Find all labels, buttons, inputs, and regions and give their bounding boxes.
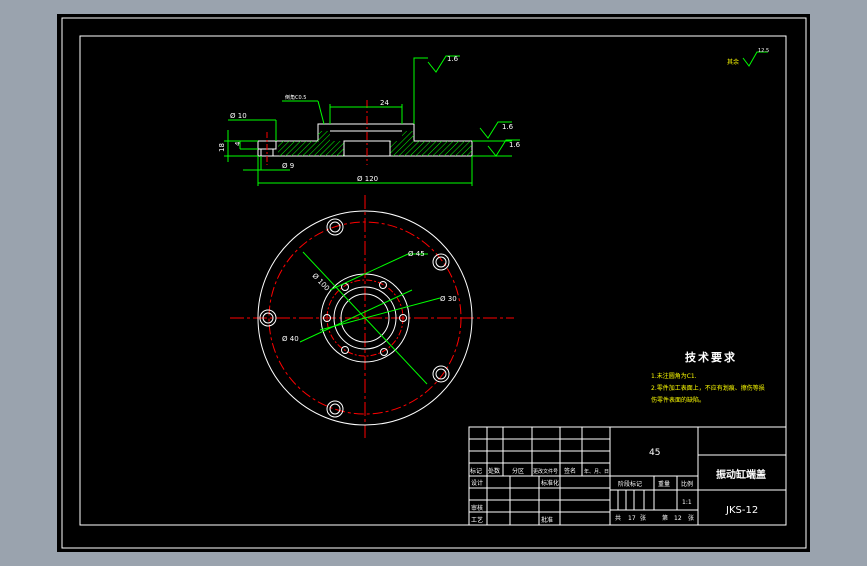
tb-chushu: 处数: [488, 467, 500, 475]
tb-drawing-no: JKS-12: [725, 505, 758, 516]
tb-zhongliang: 重量: [658, 480, 670, 488]
dim-depth: 4: [234, 141, 242, 146]
section-hatch-boss-left: [318, 131, 330, 141]
tb-bili: 比例: [681, 480, 693, 488]
tb-gongyi: 工艺: [471, 516, 483, 524]
dim-height: 18: [218, 143, 226, 152]
section-hatch-right: [390, 141, 472, 156]
section-hatch-left: [278, 141, 344, 156]
tb-page-label: 第: [662, 514, 668, 522]
dim-phi30: Ø 30: [440, 295, 457, 303]
tb-fenqu: 分区: [512, 467, 524, 475]
dim-phi45: Ø 45: [408, 250, 425, 258]
dim-phi120: Ø 120: [357, 175, 378, 183]
dim-phi40: Ø 40: [282, 335, 299, 343]
section-hatch-boss-right: [402, 131, 414, 141]
dim-width-top: 24: [380, 99, 389, 107]
dim-phi9: Ø 9: [282, 162, 294, 170]
tb-total-label: 共: [615, 514, 621, 522]
tb-biaoji: 标记: [470, 467, 482, 475]
tb-qianming: 签名: [564, 467, 576, 475]
roughness-right1-value: 1.6: [502, 123, 514, 131]
tb-gengwen: 更改文件号: [533, 468, 558, 475]
roughness-corner-label: 其余: [727, 58, 739, 66]
tb-material: 45: [649, 448, 660, 458]
tb-zhang1: 张: [640, 514, 646, 522]
drawing-canvas: 1.6 1.6 1.6 其余 12.5 倒角C0.5 24 Ø 10 Ø 9 1…: [57, 14, 810, 552]
tb-total-num: 17: [628, 515, 636, 522]
chamfer-label: 倒角C0.5: [285, 94, 306, 101]
tech-req-line3: 伤零件表面的缺陷。: [651, 396, 705, 404]
tb-biaozhunhua: 标准化: [541, 479, 559, 487]
tb-date: 年、月、日: [584, 468, 609, 475]
tb-zhang2: 张: [688, 514, 694, 522]
tb-sheji: 设计: [471, 479, 483, 487]
tb-part-name: 振动缸端盖: [716, 468, 766, 481]
roughness-top-value: 1.6: [447, 55, 459, 63]
dim-phi10: Ø 10: [230, 112, 247, 120]
tech-req-title: 技术要求: [685, 350, 737, 364]
cad-drawing-viewport[interactable]: 1.6 1.6 1.6 其余 12.5 倒角C0.5 24 Ø 10 Ø 9 1…: [0, 0, 867, 562]
drawing-sheet: [57, 14, 810, 552]
roughness-corner-value: 12.5: [758, 48, 769, 54]
roughness-right2-value: 1.6: [509, 141, 521, 149]
tech-req-line1: 1.未注圆角为C1.: [651, 372, 697, 380]
tb-scale: 1:1: [682, 499, 692, 506]
tb-page-num: 12: [674, 515, 682, 522]
tech-req-line2: 2.零件加工表面上，不应有划痕、擦伤等损: [651, 384, 765, 392]
tb-shenhe: 审核: [471, 504, 483, 512]
tb-pizhun: 批准: [541, 516, 553, 524]
tb-jieduan: 阶段标记: [618, 480, 642, 488]
